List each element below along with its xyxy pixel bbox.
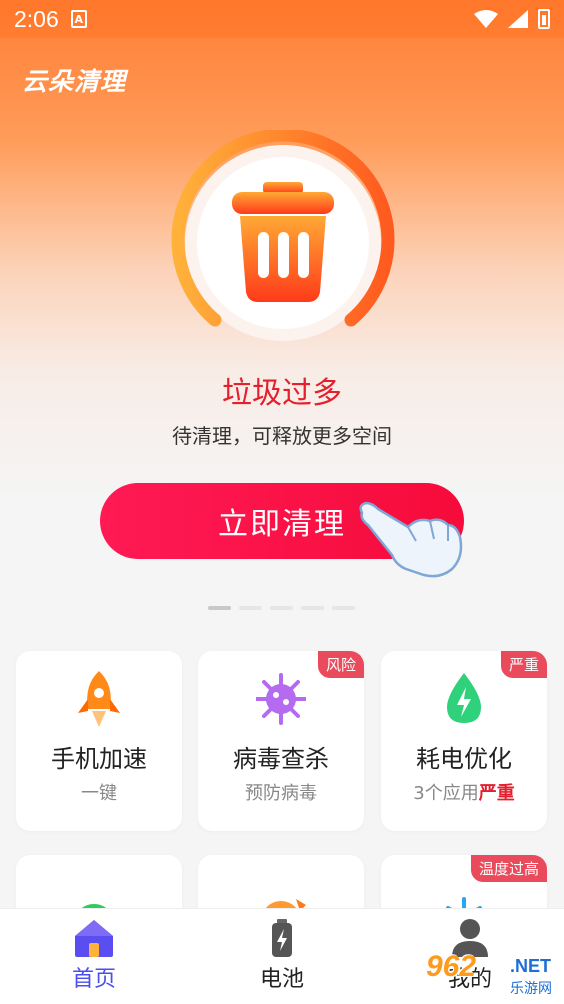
junk-status-subtitle: 待清理，可释放更多空间: [172, 424, 392, 448]
home-icon: [75, 920, 113, 957]
tab-home[interactable]: 首页: [0, 909, 188, 1004]
carousel-indicator: [208, 606, 355, 610]
watermark-digits: 962: [426, 950, 477, 983]
watermark-cn: 乐游网: [510, 981, 552, 997]
card-power-optimize[interactable]: 严重 耗电优化 3个应用严重: [381, 651, 547, 831]
cleanup-gauge[interactable]: [170, 130, 396, 356]
severity-badge: 严重: [500, 651, 547, 678]
tab-label: 电池: [259, 967, 304, 992]
carousel-dot: [239, 606, 262, 610]
wifi-icon: [474, 10, 498, 28]
battery-drop-icon: [447, 673, 481, 723]
battery-status-icon: [538, 9, 550, 29]
card-title: 病毒查杀: [233, 745, 329, 773]
carousel-dot: [301, 606, 324, 610]
card-title: 耗电优化: [416, 745, 512, 773]
tab-battery[interactable]: 电池: [188, 909, 376, 1004]
card-desc: 一键: [81, 783, 117, 804]
site-watermark: 962 .NET 乐游网: [426, 950, 556, 998]
card-desc-highlight: 严重: [478, 783, 515, 804]
risk-badge: 风险: [317, 651, 364, 678]
card-phone-boost[interactable]: 手机加速 一键: [16, 651, 182, 831]
carousel-dot: [208, 606, 231, 610]
signal-icon: [508, 10, 528, 28]
trash-can-icon: [232, 182, 334, 302]
card-desc: 3个应用严重: [381, 779, 547, 805]
card-desc: 预防病毒: [245, 783, 317, 804]
watermark-domain: .NET: [510, 956, 552, 976]
card-virus-scan[interactable]: 风险 病毒查杀 预防病毒: [198, 651, 364, 831]
status-time: 2:06: [14, 5, 59, 32]
card-desc-prefix: 3个应用: [413, 783, 479, 804]
card-title: 手机加速: [51, 745, 147, 773]
app-title: 云朵清理: [22, 67, 127, 96]
battery-icon: [272, 919, 292, 957]
tab-label: 首页: [71, 967, 116, 992]
notification-icon: A: [70, 10, 87, 28]
rocket-icon: [78, 671, 120, 727]
pointing-hand-icon: [359, 501, 463, 578]
status-bar: 2:06 A: [0, 0, 564, 38]
virus-icon: [256, 673, 306, 725]
carousel-dot: [270, 606, 293, 610]
gauge-ring: [171, 130, 395, 341]
carousel-dot: [332, 606, 355, 610]
junk-status-title: 垃圾过多: [222, 376, 342, 411]
